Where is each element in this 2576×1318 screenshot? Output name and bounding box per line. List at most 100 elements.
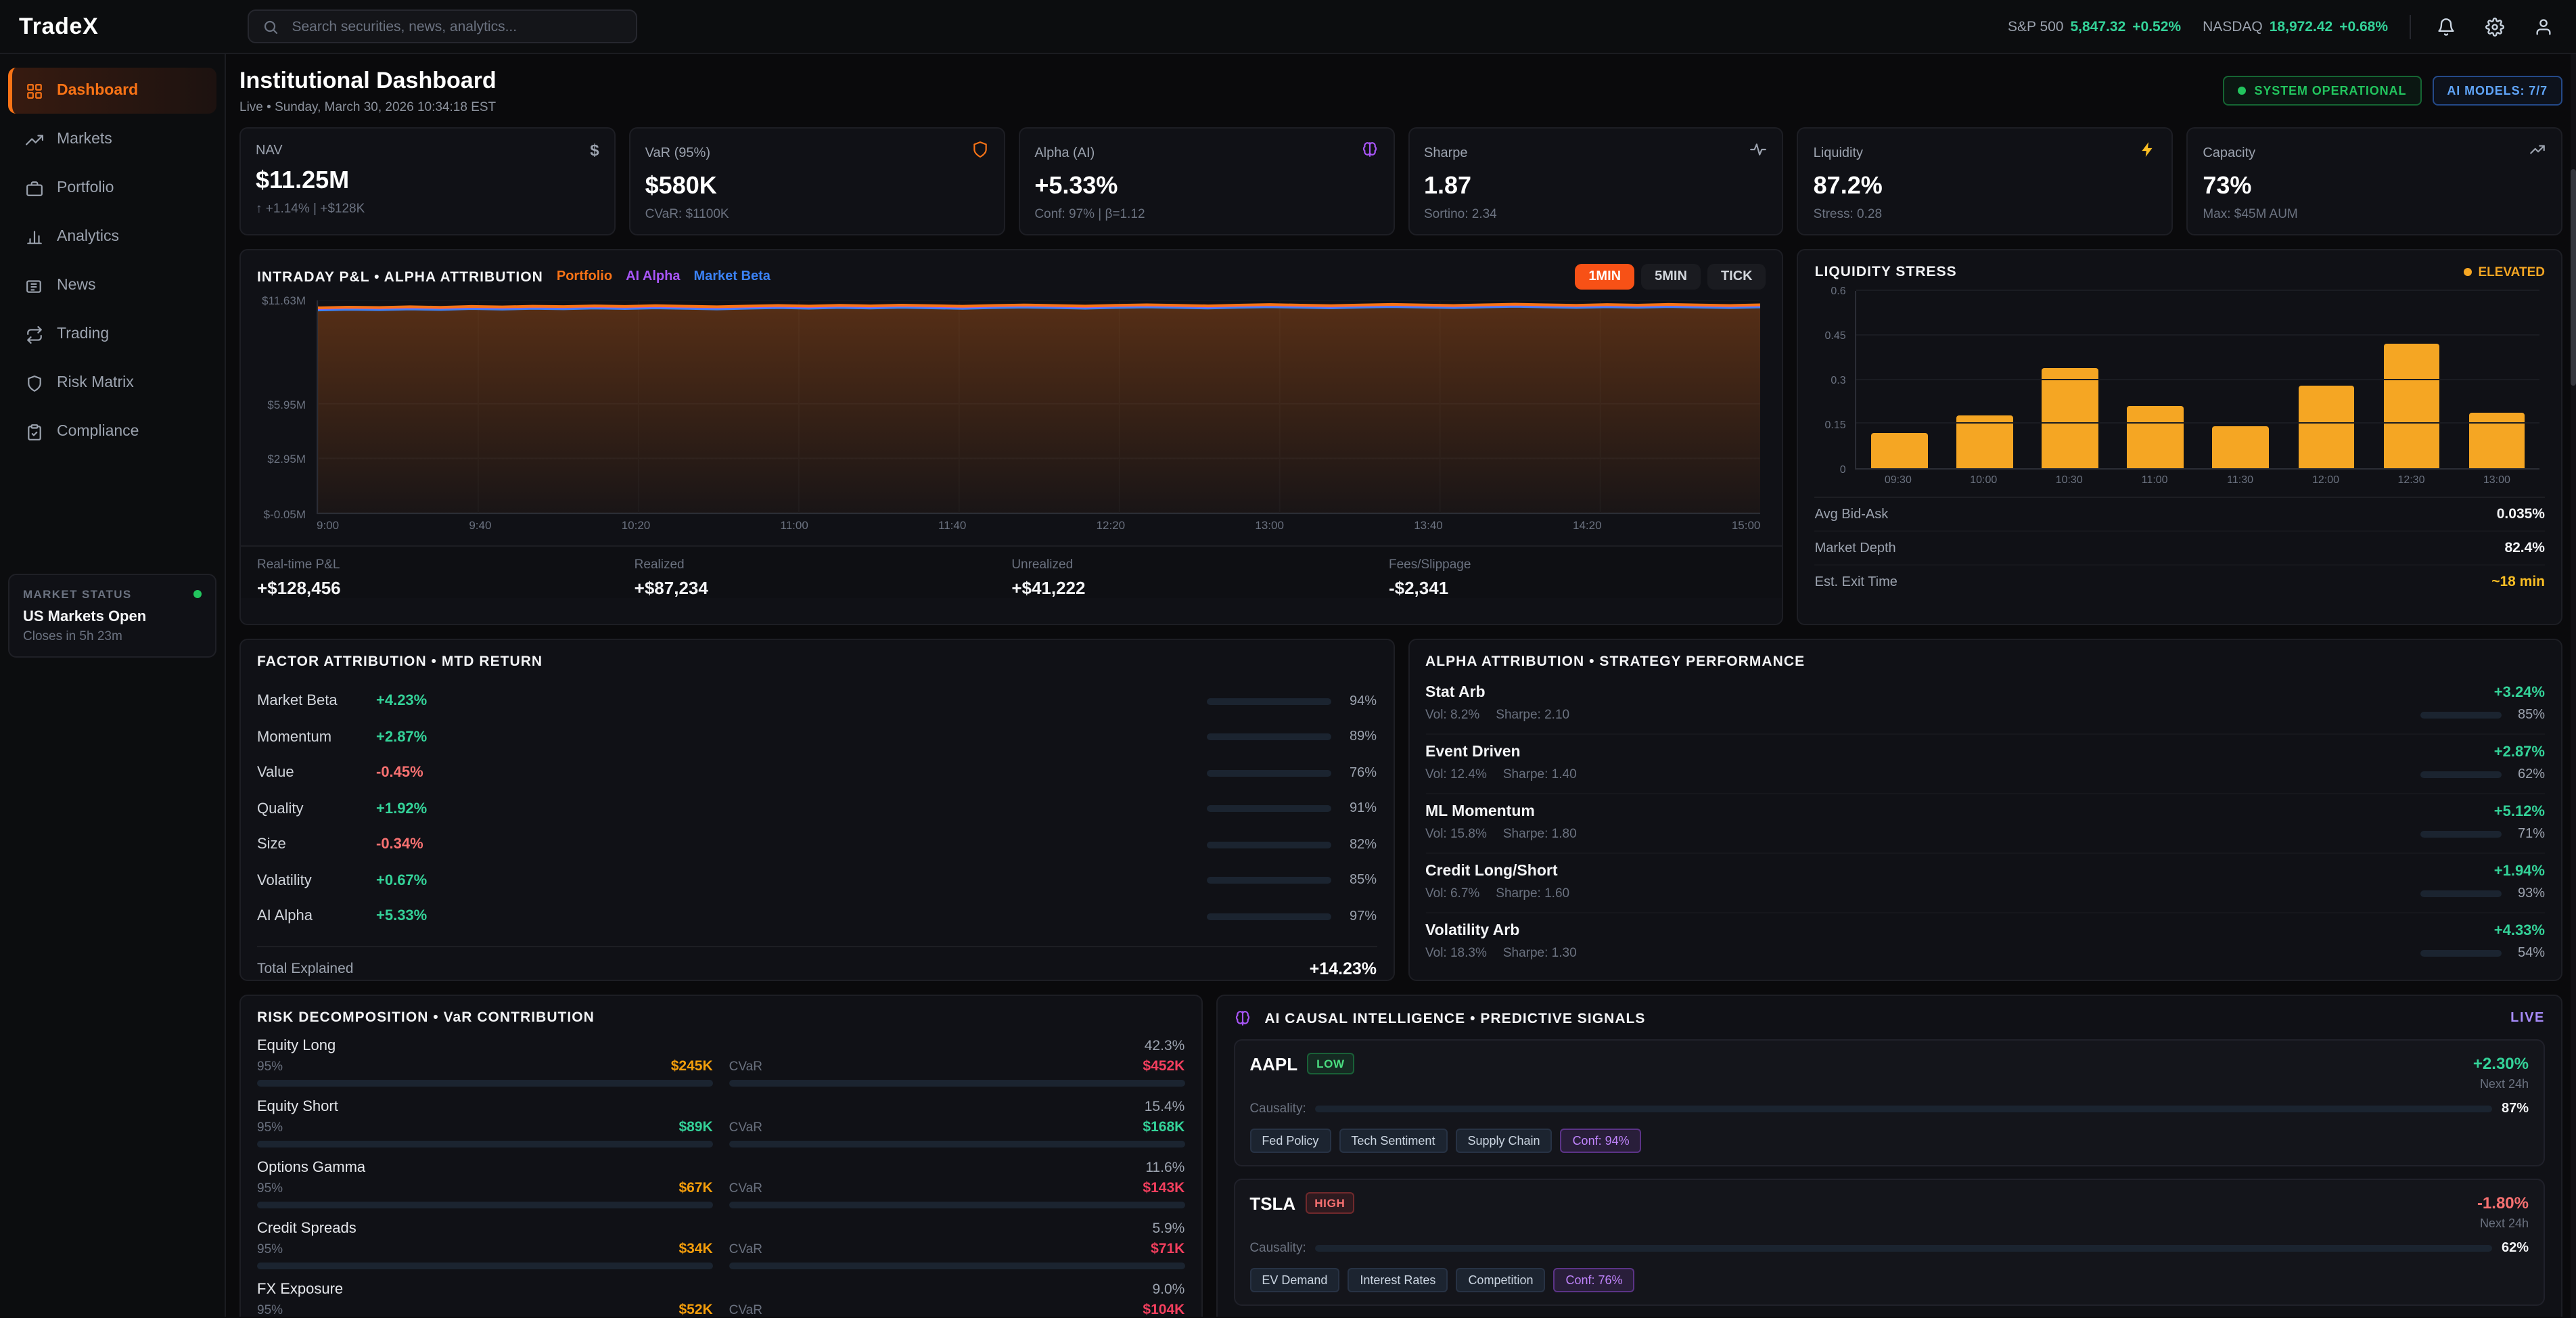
liquidity-title: LIQUIDITY STRESS (1815, 264, 1957, 280)
page-title: Institutional Dashboard (239, 68, 497, 95)
main-content: Institutional Dashboard Live • Sunday, M… (226, 54, 2576, 1317)
alpha-attribution-panel: ALPHA ATTRIBUTION • STRATEGY PERFORMANCE… (1408, 639, 2562, 981)
app-logo: TradeX (19, 13, 98, 40)
liquidity-stress-panel: LIQUIDITY STRESS ELEVATED 00.150.30.450.… (1797, 249, 2562, 625)
notifications-bell-icon[interactable] (2433, 13, 2460, 40)
market-status-card: MARKET STATUS US Markets Open Closes in … (8, 574, 216, 658)
sidebar-item-compliance[interactable]: Compliance (8, 409, 216, 455)
kpi-liquidity: Liquidity 87.2% Stress: 0.28 (1797, 127, 2174, 235)
allocation-bar (2420, 771, 2502, 778)
shield-icon (971, 141, 988, 165)
kpi-alpha: Alpha (AI) +5.33% Conf: 97% | β=1.12 (1018, 127, 1394, 235)
factor-chip: Supply Chain (1455, 1129, 1552, 1153)
sidebar-item-markets[interactable]: Markets (8, 116, 216, 162)
brain-icon (1360, 141, 1378, 165)
kpi-sharpe: Sharpe 1.87 Sortino: 2.34 (1408, 127, 1784, 235)
confidence-chip: Conf: 76% (1554, 1268, 1635, 1292)
liquidity-bar (2213, 427, 2269, 468)
signal-factors: EV Demand Interest Rates Competition Conf:… (1249, 1268, 2529, 1292)
causality-bar (1316, 1245, 2492, 1252)
factor-chip: Tech Sentiment (1339, 1129, 1447, 1153)
cvar-bar (729, 1080, 1185, 1087)
pnl-plot-area (317, 300, 1761, 514)
factor-row: Quality +1.92% 91% (257, 791, 1377, 827)
sidebar-item-dashboard[interactable]: Dashboard (8, 68, 216, 114)
index-ticker: NASDAQ 18,972.42 +0.68% (2203, 18, 2388, 35)
sidebar-label: News (57, 277, 96, 294)
sidebar-label: Analytics (57, 229, 119, 245)
allocation-bar (2420, 950, 2502, 957)
strategy-row: ML Momentum +5.12% Vol: 15.8% Sharpe: 1.… (1425, 794, 2545, 854)
strategy-row: Event Driven +2.87% Vol: 12.4% Sharpe: 1… (1425, 735, 2545, 794)
bolt-icon (2139, 141, 2157, 165)
search-input[interactable] (289, 17, 622, 36)
risk-row: Equity Short 15.4% 95%$89K CVa (257, 1099, 1184, 1147)
sidebar-item-news[interactable]: News (8, 263, 216, 309)
pnl-chart: $11.63M$5.95M$2.95M$-0.05M (257, 300, 1766, 533)
sidebar-item-analytics[interactable]: Analytics (8, 214, 216, 260)
kpi-sub: Conf: 97% | β=1.12 (1034, 207, 1378, 222)
kpi-sub: Sortino: 2.34 (1424, 207, 1768, 222)
index-label: NASDAQ (2203, 18, 2263, 35)
factor-row: Volatility +0.67% 85% (257, 863, 1377, 899)
legend-item[interactable]: AI Alpha (626, 269, 680, 284)
signal-prediction: +2.30% (2473, 1054, 2529, 1073)
legend-item[interactable]: Portfolio (557, 269, 612, 284)
sidebar-item-trading[interactable]: Trading (8, 311, 216, 357)
page-scrollbar (2571, 54, 2576, 1318)
factor-chip: EV Demand (1249, 1268, 1339, 1292)
liquidity-stat-row: Market Depth 82.4% (1815, 532, 2545, 566)
sidebar-label: Portfolio (57, 180, 114, 196)
sidebar-item-risk-matrix[interactable]: Risk Matrix (8, 360, 216, 406)
trend-up-icon (2529, 141, 2546, 165)
ai-signals-title: AI CAUSAL INTELLIGENCE • PREDICTIVE SIGN… (1264, 1010, 1645, 1026)
risk-row: Options Gamma 11.6% 95%$67K CV (257, 1160, 1184, 1208)
index-change: +0.68% (2339, 18, 2388, 35)
user-profile-icon[interactable] (2530, 13, 2557, 40)
signal-horizon: Next 24h (1249, 1217, 2529, 1230)
brain-icon (1233, 1009, 1251, 1027)
alpha-title: ALPHA ATTRIBUTION • STRATEGY PERFORMANCE (1425, 654, 1805, 670)
signal-card: TSLA HIGH -1.80% Next 24h Causality: 62% (1233, 1179, 2545, 1306)
liquidity-stats: Avg Bid-Ask 0.035% Market Depth 82.4% Es… (1815, 497, 2545, 598)
allocation-bar (2420, 712, 2502, 719)
timeframe-button[interactable]: 1MIN (1575, 264, 1634, 290)
global-search[interactable] (247, 9, 637, 43)
factor-chip: Competition (1456, 1268, 1545, 1292)
risk-row: Equity Long 42.3% 95%$245K CVa (257, 1038, 1184, 1087)
sidebar-item-portfolio[interactable]: Portfolio (8, 165, 216, 211)
liquidity-stat-row: Avg Bid-Ask 0.035% (1815, 498, 2545, 532)
kpi-value: $580K (645, 172, 989, 200)
factor-chip: Interest Rates (1348, 1268, 1448, 1292)
pnl-stat: Realized +$87,234 (635, 558, 1012, 598)
sidebar-label: Trading (57, 326, 109, 342)
factor-bar (1206, 878, 1331, 884)
signal-risk-badge: LOW (1307, 1053, 1354, 1074)
liquidity-bar (2468, 412, 2525, 468)
topbar-divider (2410, 14, 2411, 39)
factor-bar (1206, 770, 1331, 777)
elevated-badge: ELEVATED (2463, 265, 2545, 279)
live-badge: LIVE (2510, 1011, 2545, 1026)
timeframe-button[interactable]: 5MIN (1641, 264, 1701, 290)
settings-gear-icon[interactable] (2481, 13, 2508, 40)
kpi-nav: NAV $ $11.25M ↑ +1.14% | +$128K (239, 127, 616, 235)
factor-row: AI Alpha +5.33% 97% (257, 899, 1377, 934)
risk-row: Credit Spreads 5.9% 95%$34K CV (257, 1221, 1184, 1269)
factor-bar (1206, 842, 1331, 848)
timeframe-button[interactable]: TICK (1707, 264, 1766, 290)
liquidity-stat-row: Est. Exit Time ~18 min (1815, 566, 2545, 598)
signal-horizon: Next 24h (1249, 1077, 2529, 1091)
factor-title: FACTOR ATTRIBUTION • MTD RETURN (257, 654, 543, 670)
page-subtitle: Live • Sunday, March 30, 2026 10:34:18 E… (239, 100, 497, 115)
legend-item[interactable]: Market Beta (693, 269, 770, 284)
factor-bar (1206, 913, 1331, 920)
signal-card: AAPL LOW +2.30% Next 24h Causality: 87% (1233, 1039, 2545, 1166)
market-status-value: US Markets Open (23, 609, 202, 625)
scrollbar-thumb[interactable] (2571, 169, 2576, 386)
dollar-icon: $ (590, 141, 599, 160)
pnl-x-axis: 9:009:4010:2011:0011:4012:2013:0013:4014… (317, 518, 1761, 533)
sidebar: Dashboard Markets Portfolio Analytics Ne… (0, 54, 226, 1317)
factor-rows: Market Beta +4.23% 94% Momentum +2.87% (257, 683, 1377, 934)
signal-ticker: TSLA (1249, 1193, 1295, 1213)
